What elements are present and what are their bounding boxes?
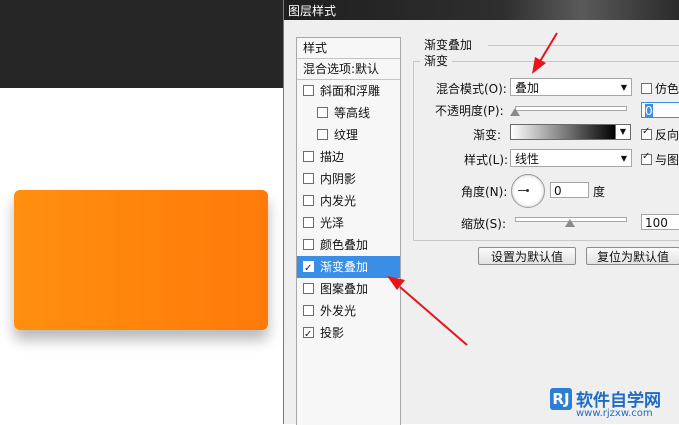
arrow-to-gradient-overlay: [387, 276, 468, 346]
watermark-url: www.rjzxw.com: [576, 408, 653, 419]
annotation-arrows: [387, 32, 558, 346]
site-watermark: RJ 软件自学网 www.rjzxw.com: [550, 386, 679, 424]
arrow-to-blend-mode: [532, 32, 558, 74]
watermark-logo: RJ: [550, 388, 572, 410]
